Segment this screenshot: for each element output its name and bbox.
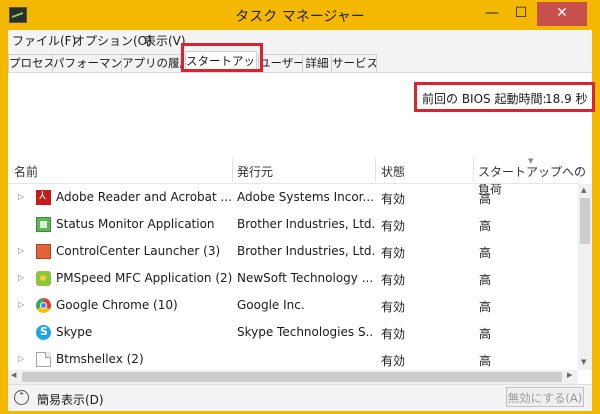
horizontal-scroll-thumb[interactable] — [22, 372, 562, 382]
scroll-left-arrow-icon[interactable]: ◀ — [11, 371, 16, 379]
status-monitor-icon — [36, 217, 51, 232]
chevron-up-icon[interactable]: ⌃ — [14, 390, 29, 405]
table-row[interactable]: Skype Skype Technologies S... 有効 高 — [8, 319, 578, 346]
expand-arrow-icon[interactable]: ▷ — [18, 246, 24, 255]
row-publisher: NewSoft Technology ... — [237, 271, 374, 285]
tab-processes[interactable]: プロセス — [8, 54, 53, 72]
menu-bar: ファイル(F) オプション(O) 表示(V) — [8, 30, 592, 50]
control-center-icon — [36, 244, 51, 259]
close-button[interactable]: ✕ — [537, 2, 587, 26]
expand-arrow-icon[interactable]: ▷ — [18, 273, 24, 282]
row-publisher: Brother Industries, Ltd. — [237, 217, 374, 231]
row-impact: 高 — [479, 300, 492, 314]
task-manager-window: タスク マネージャー — ☐ ✕ ファイル(F) オプション(O) 表示(V) … — [0, 0, 600, 414]
row-name: Google Chrome (10) — [56, 298, 178, 312]
title-bar[interactable]: タスク マネージャー — ☐ ✕ — [0, 0, 600, 30]
row-impact: 高 — [479, 327, 492, 341]
tab-services[interactable]: サービス — [331, 54, 377, 72]
scroll-up-arrow-icon[interactable]: ▲ — [581, 186, 586, 194]
row-impact: 高 — [479, 219, 492, 233]
row-name: Btmshellex (2) — [56, 352, 144, 366]
vertical-scroll-thumb[interactable] — [580, 198, 590, 244]
column-header-publisher[interactable]: 発行元 — [237, 163, 273, 180]
tab-startup[interactable]: スタートアップ — [185, 51, 257, 72]
row-impact: 高 — [479, 354, 492, 368]
adobe-reader-icon — [36, 189, 51, 205]
column-divider[interactable] — [473, 158, 474, 182]
footer-bar: ⌃ 簡易表示(D) 無効にする(A) — [8, 384, 592, 411]
row-state: 有効 — [381, 192, 406, 206]
window-client-area: ファイル(F) オプション(O) 表示(V) プロセス パフォーマンス アプリの… — [8, 30, 595, 411]
expand-arrow-icon[interactable]: ▷ — [18, 192, 24, 201]
row-name: ControlCenter Launcher (3) — [56, 244, 221, 258]
scroll-down-arrow-icon[interactable]: ▼ — [581, 358, 586, 366]
row-publisher: Adobe Systems Incor... — [237, 190, 374, 204]
row-impact: 高 — [479, 192, 492, 206]
expand-arrow-icon[interactable]: ▷ — [18, 354, 24, 363]
bios-time-label: 前回の BIOS 起動時間: — [422, 92, 547, 106]
row-state: 有効 — [381, 219, 406, 233]
tab-users[interactable]: ユーザー — [258, 54, 303, 72]
tab-performance[interactable]: パフォーマンス — [52, 54, 122, 72]
bios-time-highlight-box: 前回の BIOS 起動時間: 18.9 秒 — [414, 82, 595, 112]
column-header-name[interactable]: 名前 — [14, 163, 38, 180]
tab-strip: プロセス パフォーマンス アプリの履歴 スタートアップ ユーザー 詳細 サービス — [8, 50, 592, 73]
row-state: 有効 — [381, 273, 406, 287]
row-name: PMSpeed MFC Application (2) — [56, 271, 233, 285]
horizontal-scrollbar[interactable]: ◀ ▶ — [8, 370, 578, 384]
column-header-state[interactable]: 状態 — [381, 163, 405, 180]
scroll-right-arrow-icon[interactable]: ▶ — [567, 371, 572, 379]
table-row[interactable]: ▷ Google Chrome (10) Google Inc. 有効 高 — [8, 292, 578, 319]
row-state: 有効 — [381, 327, 406, 341]
chrome-icon — [36, 298, 51, 313]
row-state: 有効 — [381, 300, 406, 314]
startup-list: ▷ Adobe Reader and Acrobat ... Adobe Sys… — [8, 184, 578, 370]
row-impact: 高 — [479, 246, 492, 260]
tab-details[interactable]: 詳細 — [302, 54, 332, 72]
pmspeed-icon — [36, 271, 51, 286]
menu-options[interactable]: オプション(O) — [73, 32, 152, 49]
table-row[interactable]: ▷ Btmshellex (2) 有効 高 — [8, 346, 578, 370]
row-name: Skype — [56, 325, 93, 339]
row-publisher: Skype Technologies S... — [237, 325, 374, 339]
bios-time-value: 18.9 秒 — [545, 92, 588, 106]
row-impact: 高 — [479, 273, 492, 287]
table-row[interactable]: Status Monitor Application Brother Indus… — [8, 211, 578, 238]
skype-icon — [36, 325, 51, 340]
column-divider[interactable] — [375, 158, 376, 182]
row-publisher: Brother Industries, Ltd. — [237, 244, 374, 258]
menu-file[interactable]: ファイル(F) — [12, 32, 76, 49]
row-state: 有効 — [381, 354, 406, 368]
row-publisher: Google Inc. — [237, 298, 305, 312]
fewer-details-link[interactable]: 簡易表示(D) — [37, 391, 104, 408]
menu-view[interactable]: 表示(V) — [144, 32, 186, 49]
row-state: 有効 — [381, 246, 406, 260]
minimize-button[interactable]: — — [479, 2, 505, 26]
tab-app-history[interactable]: アプリの履歴 — [121, 54, 182, 72]
vertical-scrollbar[interactable]: ▲ ▼ — [578, 184, 592, 370]
table-row[interactable]: ▷ ControlCenter Launcher (3) Brother Ind… — [8, 238, 578, 265]
file-icon — [36, 352, 51, 367]
column-divider[interactable] — [232, 158, 233, 182]
row-name: Adobe Reader and Acrobat ... — [56, 190, 232, 204]
disable-button[interactable]: 無効にする(A) — [506, 387, 584, 407]
maximize-button[interactable]: ☐ — [508, 2, 534, 26]
row-name: Status Monitor Application — [56, 217, 215, 231]
table-row[interactable]: ▷ Adobe Reader and Acrobat ... Adobe Sys… — [8, 184, 578, 211]
table-row[interactable]: ▷ PMSpeed MFC Application (2) NewSoft Te… — [8, 265, 578, 292]
expand-arrow-icon[interactable]: ▷ — [18, 300, 24, 309]
